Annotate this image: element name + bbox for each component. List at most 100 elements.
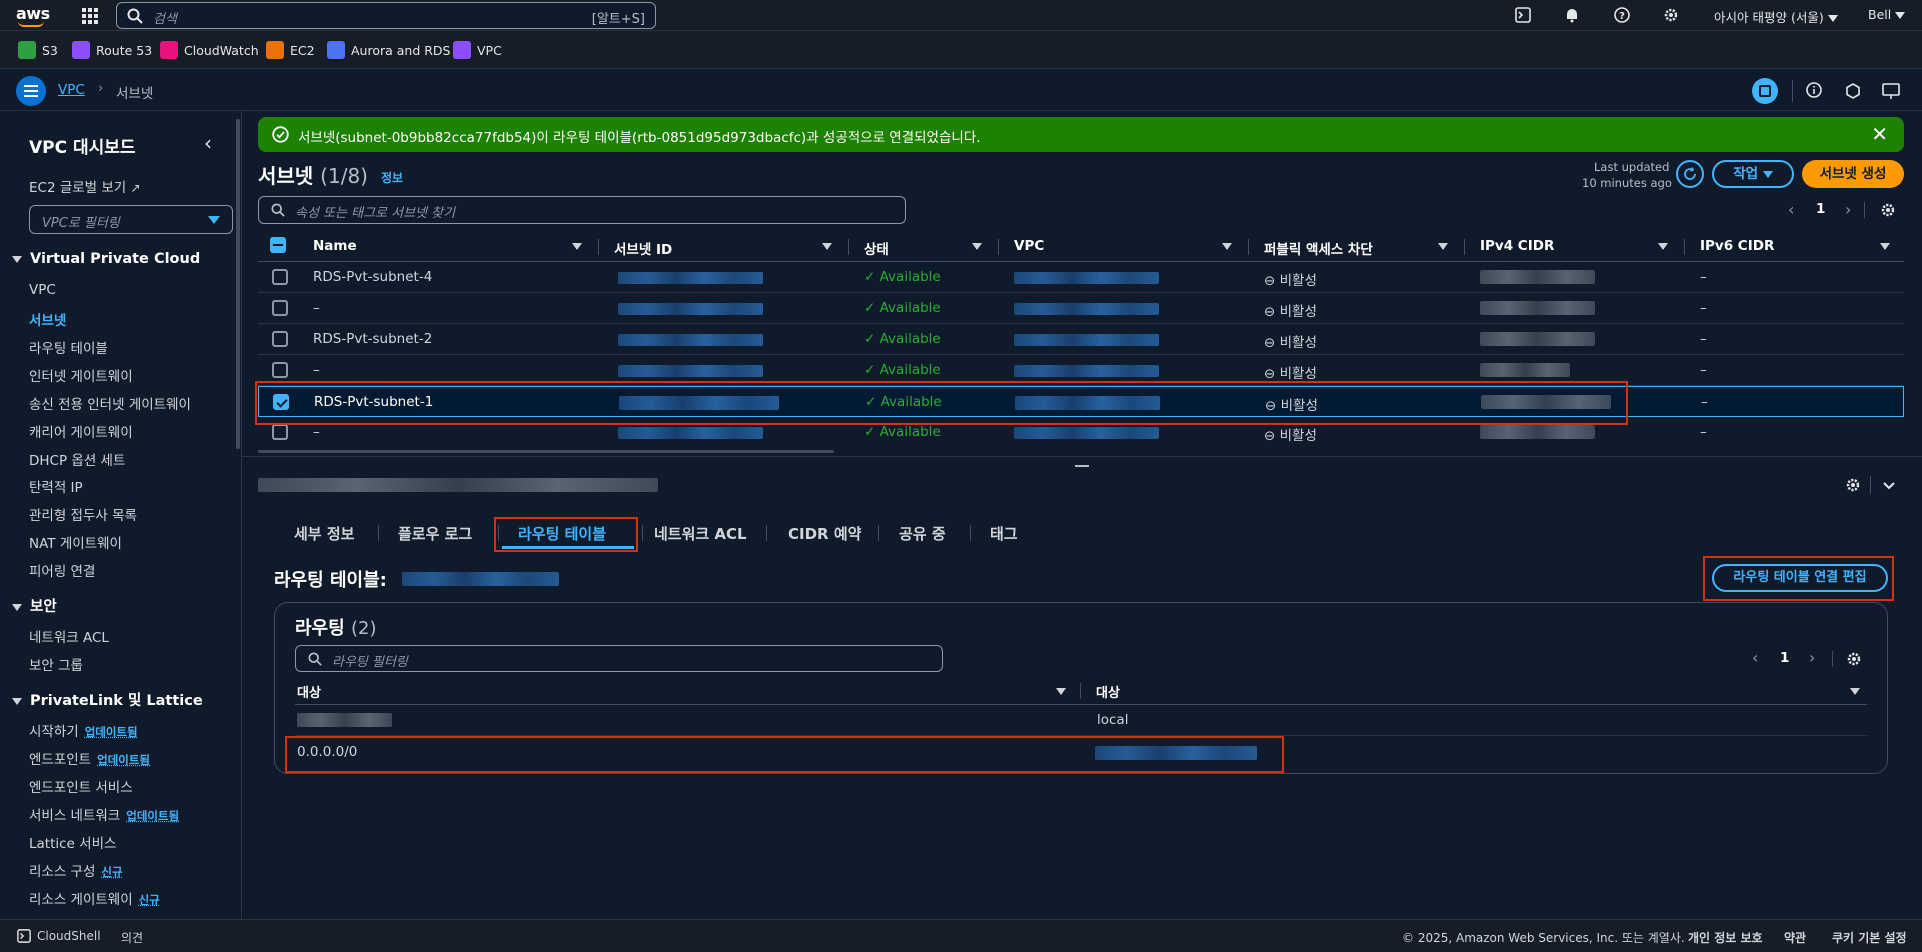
sidebar-item-resource-gateways[interactable]: 리소스 게이트웨이 신규 <box>29 888 160 908</box>
cloudshell-icon[interactable] <box>17 929 31 943</box>
col-ipv6[interactable]: IPv6 CIDR <box>1700 238 1774 254</box>
search-input[interactable]: 검색 [알트+S] <box>116 2 656 29</box>
col-subnet-id[interactable]: 서브넷 ID <box>614 238 672 258</box>
col-divider[interactable] <box>848 239 849 255</box>
favorite-s3[interactable]: S3 <box>18 40 58 60</box>
routes-settings-icon[interactable] <box>1846 651 1862 667</box>
sidebar-item-ec2-global[interactable]: EC2 글로벌 보기 ↗ <box>29 176 141 196</box>
tab-tags[interactable]: 태그 <box>990 523 1018 544</box>
favorite-vpc[interactable]: VPC <box>453 40 502 60</box>
routes-filter-input[interactable]: 라우팅 필터링 <box>295 645 943 672</box>
sidebar-title[interactable]: VPC 대시보드 <box>29 133 136 158</box>
sidebar-item-vpc[interactable]: VPC <box>29 282 56 298</box>
sidebar-item-igw[interactable]: 인터넷 게이트웨이 <box>29 365 133 385</box>
sidebar-item-nat[interactable]: NAT 게이트웨이 <box>29 532 122 552</box>
page-number[interactable]: 1 <box>1780 650 1789 666</box>
row-checkbox[interactable] <box>272 300 288 316</box>
user-menu[interactable]: Bell <box>1868 7 1906 22</box>
sort-icon[interactable] <box>822 243 832 250</box>
table-scrollbar[interactable] <box>258 450 834 453</box>
col-divider[interactable] <box>1684 239 1685 255</box>
collapse-icon[interactable]: ‹ <box>204 131 212 155</box>
sidebar-item-subnets[interactable]: 서브넷 <box>29 309 66 329</box>
tab-cidr-reservations[interactable]: CIDR 예약 <box>788 523 861 544</box>
col-divider[interactable] <box>598 239 599 255</box>
split-panel-icon[interactable] <box>1752 78 1778 104</box>
next-page-icon[interactable]: › <box>1809 648 1815 667</box>
col-public-access[interactable]: 퍼블릭 액세스 차단 <box>1264 238 1373 258</box>
col-ipv4[interactable]: IPv4 CIDR <box>1480 238 1554 254</box>
sidebar-item-prefix-lists[interactable]: 관리형 접두사 목록 <box>29 504 137 524</box>
chevron-down-icon[interactable] <box>1882 479 1896 493</box>
sidebar-item-endpoints[interactable]: 엔드포인트 업데이트됨 <box>29 748 150 768</box>
next-page-icon[interactable]: › <box>1845 200 1851 219</box>
sidebar-item-peering[interactable]: 피어링 연결 <box>29 560 95 580</box>
bell-icon[interactable] <box>1563 7 1581 25</box>
table-row[interactable]: RDS-Pvt-subnet-4 ✓ Available ⊖ 비활성 – <box>258 262 1904 293</box>
table-settings-icon[interactable] <box>1880 202 1896 218</box>
sidebar-item-endpoint-services[interactable]: 엔드포인트 서비스 <box>29 776 133 796</box>
sidebar-item-getting-started[interactable]: 시작하기 업데이트됨 <box>29 720 138 740</box>
breadcrumb-vpc[interactable]: VPC <box>58 82 85 98</box>
sidebar-item-dhcp[interactable]: DHCP 옵션 세트 <box>29 449 125 469</box>
info-link[interactable]: 정보 <box>381 171 403 185</box>
sidebar-item-eip[interactable]: 탄력적 IP <box>29 476 83 496</box>
sidebar-item-lattice-services[interactable]: Lattice 서비스 <box>29 832 116 852</box>
sort-icon[interactable] <box>1056 688 1066 695</box>
select-all-checkbox[interactable] <box>270 237 286 253</box>
col-target[interactable]: 대상 <box>1096 682 1120 701</box>
sidebar-section-vpc[interactable]: Virtual Private Cloud <box>12 251 200 267</box>
close-icon[interactable]: ✕ <box>1871 122 1888 146</box>
prev-page-icon[interactable]: ‹ <box>1788 200 1794 219</box>
gear-icon[interactable] <box>1662 7 1680 25</box>
actions-button[interactable]: 작업 <box>1712 160 1794 188</box>
col-state[interactable]: 상태 <box>864 238 889 258</box>
table-row[interactable]: RDS-Pvt-subnet-2 ✓ Available ⊖ 비활성 – <box>258 324 1904 355</box>
sidebar-item-service-networks[interactable]: 서비스 네트워크 업데이트됨 <box>29 804 179 824</box>
tab-flow-logs[interactable]: 플로우 로그 <box>398 523 472 544</box>
prev-page-icon[interactable]: ‹ <box>1752 648 1758 667</box>
tab-network-acl[interactable]: 네트워크 ACL <box>654 523 747 544</box>
cloudshell-link[interactable]: CloudShell <box>37 929 101 943</box>
sidebar-item-egress-igw[interactable]: 송신 전용 인터넷 게이트웨이 <box>29 393 191 413</box>
vpc-filter-select[interactable]: VPC로 필터링 <box>29 205 233 234</box>
menu-icon[interactable] <box>16 76 46 106</box>
row-checkbox[interactable] <box>272 362 288 378</box>
sort-icon[interactable] <box>1222 243 1232 250</box>
presentation-icon[interactable] <box>1882 82 1900 100</box>
row-checkbox[interactable] <box>272 331 288 347</box>
tab-details[interactable]: 세부 정보 <box>294 523 354 544</box>
sidebar-item-route-tables[interactable]: 라우팅 테이블 <box>29 337 108 357</box>
sort-icon[interactable] <box>972 243 982 250</box>
sort-icon[interactable] <box>572 243 582 250</box>
favorite-cloudwatch[interactable]: CloudWatch <box>160 40 259 60</box>
sort-icon[interactable] <box>1880 243 1890 250</box>
tab-sharing[interactable]: 공유 중 <box>899 523 946 544</box>
sort-icon[interactable] <box>1658 243 1668 250</box>
col-name[interactable]: Name <box>313 238 357 254</box>
col-destination[interactable]: 대상 <box>297 682 321 701</box>
sort-icon[interactable] <box>1438 243 1448 250</box>
terms-link[interactable]: 약관 <box>1784 929 1806 946</box>
hexagon-icon[interactable] <box>1845 83 1861 99</box>
create-subnet-button[interactable]: 서브넷 생성 <box>1802 160 1904 188</box>
services-grid-icon[interactable] <box>82 8 98 24</box>
sidebar-item-resource-configs[interactable]: 리소스 구성 신규 <box>29 860 123 880</box>
refresh-button[interactable] <box>1676 160 1704 188</box>
info-icon[interactable] <box>1806 82 1822 98</box>
privacy-link[interactable]: 개인 정보 보호 <box>1688 929 1763 946</box>
col-vpc[interactable]: VPC <box>1014 238 1044 254</box>
page-number[interactable]: 1 <box>1816 201 1825 217</box>
col-divider[interactable] <box>998 239 999 255</box>
sidebar-section-privatelink[interactable]: PrivateLink 및 Lattice <box>12 689 203 710</box>
row-checkbox[interactable] <box>272 269 288 285</box>
sidebar-item-nacl[interactable]: 네트워크 ACL <box>29 626 109 646</box>
region-selector[interactable]: 아시아 태평양 (서울) <box>1714 7 1838 26</box>
col-divider[interactable] <box>1248 239 1249 255</box>
sidebar-item-carrier-gw[interactable]: 캐리어 게이트웨이 <box>29 421 133 441</box>
col-divider[interactable] <box>1464 239 1465 255</box>
favorite-route53[interactable]: Route 53 <box>72 40 152 60</box>
favorite-ec2[interactable]: EC2 <box>266 40 315 60</box>
subnet-filter-input[interactable]: 속성 또는 태그로 서브넷 찾기 <box>258 196 906 224</box>
sort-icon[interactable] <box>1850 688 1860 695</box>
